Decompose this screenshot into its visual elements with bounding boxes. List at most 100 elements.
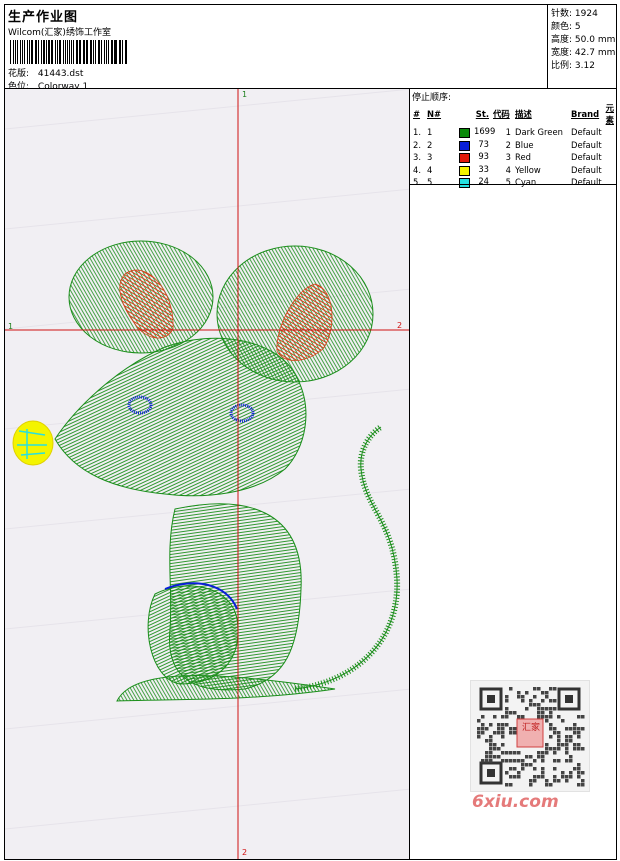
qr-module	[545, 719, 549, 723]
qr-module	[517, 695, 521, 699]
design-canvas[interactable]: 1 1 2 2	[4, 88, 410, 860]
qr-module	[545, 747, 549, 751]
cell-stitches: 24	[457, 176, 491, 189]
col-stitches: St.	[475, 109, 489, 119]
qr-module	[541, 707, 545, 711]
qr-module	[557, 739, 561, 743]
cell-num: 2.	[413, 139, 421, 150]
stat-height: 高度: 50.0 mm	[551, 35, 616, 45]
qr-module	[529, 779, 533, 783]
qr-module	[577, 771, 581, 775]
barcode-bar	[28, 40, 30, 64]
qr-module	[545, 691, 549, 695]
qr-module	[489, 739, 493, 743]
qr-module	[581, 779, 585, 783]
col-n: N#	[427, 109, 442, 119]
barcode-bar	[87, 40, 88, 64]
page-title: 生产作业图	[8, 10, 79, 25]
barcode-bar	[30, 40, 33, 64]
cell-n: 1	[427, 127, 433, 138]
qr-module	[509, 783, 513, 787]
qr-module	[489, 759, 493, 763]
stitch-count: 93	[478, 151, 489, 162]
qr-module	[573, 727, 577, 731]
qr-module	[505, 695, 509, 699]
qr-module	[509, 731, 513, 735]
qr-module	[577, 747, 581, 751]
barcode-bar	[50, 40, 52, 64]
qr-module	[581, 715, 585, 719]
color-swatch	[459, 128, 470, 139]
design-file-row: 花版: 41443.dst	[8, 66, 83, 79]
qr-module	[501, 715, 505, 719]
stats-panel: 针数: 1924 颜色: 5 高度: 50.0 mm 宽度: 42.7 mm 比…	[547, 4, 617, 89]
qr-module	[501, 751, 505, 755]
qr-module	[533, 779, 537, 783]
marker-bottom: 2	[242, 848, 248, 857]
qr-module	[565, 775, 569, 779]
stitch-count: 1699	[474, 126, 496, 137]
cell-element	[604, 139, 616, 152]
qr-module	[541, 699, 545, 703]
barcode-bar	[94, 40, 96, 64]
qr-module	[549, 687, 553, 691]
qr-module	[553, 699, 557, 703]
qr-module	[545, 707, 549, 711]
qr-module	[517, 691, 521, 695]
qr-module	[541, 759, 545, 763]
qr-module	[577, 775, 581, 779]
mouse-tail	[294, 424, 401, 692]
qr-module	[513, 727, 517, 731]
barcode-bar	[57, 40, 58, 64]
qr-module	[525, 755, 529, 759]
barcode-bar	[125, 40, 127, 64]
barcode-bar	[58, 40, 61, 64]
cell-num: 4.	[413, 164, 421, 175]
qr-module	[493, 731, 497, 735]
col-num: #	[413, 109, 421, 119]
barcode-bar	[107, 40, 110, 64]
embroidery-preview	[5, 89, 409, 859]
qr-module	[517, 715, 521, 719]
qr-module	[485, 759, 489, 763]
qr-module	[553, 687, 557, 691]
barcode-bar	[97, 40, 99, 64]
barcode-bar	[105, 40, 107, 64]
barcode-bar	[48, 40, 50, 64]
qr-module	[565, 779, 569, 783]
qr-module	[569, 735, 573, 739]
qr-module	[569, 771, 573, 775]
barcode-bar	[34, 40, 36, 64]
qr-module	[493, 755, 497, 759]
qr-module	[545, 751, 549, 755]
qr-module	[557, 735, 561, 739]
qr-module	[565, 747, 569, 751]
qr-module	[501, 743, 505, 747]
cell-element	[604, 126, 616, 139]
sequence-row: 1. 1 1699 1 Dark Green Default	[411, 126, 616, 139]
mouse-tail-line	[294, 426, 398, 690]
qr-module	[541, 751, 545, 755]
qr-module	[533, 775, 537, 779]
mouse-nose	[12, 420, 54, 466]
qr-module	[537, 755, 541, 759]
qr-module	[565, 727, 569, 731]
cell-desc: Yellow	[515, 164, 541, 175]
qr-module	[485, 727, 489, 731]
qr-module	[549, 715, 553, 719]
qr-module	[553, 775, 557, 779]
sequence-row: 3. 3 93 3 Red Default	[411, 151, 616, 164]
qr-module	[517, 771, 521, 775]
marker-left: 1	[8, 322, 14, 331]
cell-element	[604, 176, 616, 189]
design-label: 花版:	[8, 69, 30, 79]
qr-module	[477, 731, 481, 735]
qr-module	[497, 747, 501, 751]
qr-module	[533, 703, 537, 707]
qr-module	[553, 779, 557, 783]
qr-module	[477, 735, 481, 739]
qr-module	[529, 699, 533, 703]
qr-module	[573, 731, 577, 735]
qr-module	[565, 735, 569, 739]
barcode-bar	[92, 40, 94, 64]
